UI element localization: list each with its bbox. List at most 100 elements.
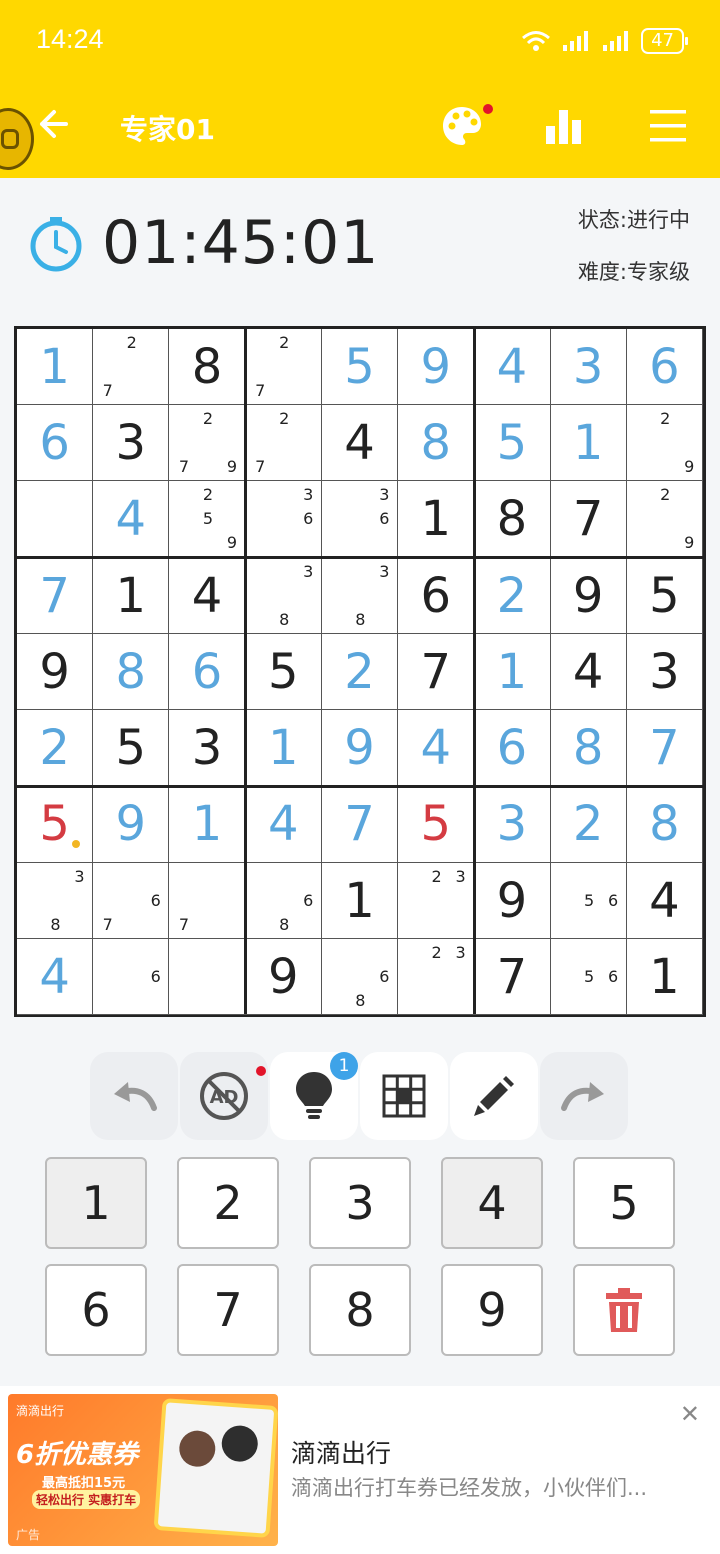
sudoku-cell[interactable]: 29 [626,481,703,558]
sudoku-cell[interactable]: 29 [626,405,703,482]
undo-button[interactable] [90,1052,178,1140]
sudoku-cell[interactable]: 36 [321,481,399,558]
sudoku-cell[interactable]: 5 [398,786,475,863]
sudoku-cell[interactable]: 36 [245,481,322,558]
sudoku-cell[interactable]: 7 [474,938,551,1015]
sudoku-cell[interactable]: 6 [169,633,246,711]
sudoku-cell[interactable]: 3 [169,710,246,787]
sudoku-cell[interactable]: 2 7 9 [169,405,246,482]
sudoku-cell[interactable]: 8 [550,710,627,787]
sudoku-cell[interactable]: 4 [93,481,170,558]
sudoku-cell[interactable]: 38 [245,557,322,634]
sudoku-cell[interactable]: 4 [17,938,94,1015]
sudoku-cell[interactable]: 8 [93,633,170,711]
sudoku-cell[interactable]: 4 [169,557,246,634]
palette-icon[interactable] [440,104,484,148]
sudoku-cell[interactable]: 1 [169,786,246,863]
menu-icon[interactable] [648,106,688,146]
ad-banner[interactable]: 滴滴出行 6折优惠券 最高抵扣15元 轻松出行 实惠打车 广告 滴滴出行 滴滴出… [0,1386,720,1554]
sudoku-cell[interactable]: 6 [17,405,94,482]
sudoku-cell[interactable]: 27 [245,329,322,406]
sudoku-cell[interactable]: 68 [321,938,399,1015]
sudoku-cell[interactable]: 9 [17,633,94,711]
sudoku-cell[interactable]: 9 [321,710,399,787]
sudoku-cell[interactable]: 7 [550,481,627,558]
sudoku-cell[interactable]: 6 [474,710,551,787]
sudoku-cell[interactable]: 9 [93,786,170,863]
sudoku-cell[interactable]: 3 [550,329,627,406]
ad-close-icon[interactable]: ✕ [680,1400,700,1428]
key-3[interactable]: 3 [309,1157,411,1249]
key-6[interactable]: 6 [45,1264,147,1356]
sudoku-cell[interactable]: 38 [321,557,399,634]
sudoku-cell[interactable]: 1 [321,862,399,939]
sudoku-cell[interactable]: 27 [245,405,322,482]
key-4[interactable]: 4 [441,1157,543,1249]
sudoku-cell[interactable]: 4 [550,633,627,711]
sudoku-cell[interactable] [17,481,94,558]
sudoku-cell[interactable]: 8 [169,329,246,406]
sudoku-cell[interactable]: 7 [17,557,94,634]
sudoku-cell[interactable]: 23 [398,862,475,939]
sudoku-cell[interactable]: 56 [550,938,627,1015]
sudoku-cell[interactable]: 4 [626,862,703,939]
sudoku-cell[interactable]: 27 [93,329,170,406]
sudoku-cell[interactable]: 23 [398,938,475,1015]
sudoku-cell[interactable]: 3 [93,405,170,482]
sudoku-cell[interactable]: 3 [474,786,551,863]
sudoku-cell[interactable]: 9 [474,862,551,939]
key-1[interactable]: 1 [45,1157,147,1249]
sudoku-cell[interactable]: 2 [550,786,627,863]
sudoku-cell[interactable]: 5 [626,557,703,634]
redo-button[interactable] [540,1052,628,1140]
ad-image[interactable]: 滴滴出行 6折优惠券 最高抵扣15元 轻松出行 实惠打车 广告 [8,1394,278,1546]
sudoku-cell[interactable]: 8 [398,405,475,482]
sudoku-cell[interactable]: 6 [626,329,703,406]
sudoku-cell[interactable]: 4 [245,786,322,863]
sudoku-cell[interactable]: 9 [245,938,322,1015]
remove-ads-button[interactable]: AD [180,1052,268,1140]
sudoku-cell[interactable]: 9 [398,329,475,406]
sudoku-cell[interactable]: 56 [550,862,627,939]
sudoku-cell[interactable]: 5 [321,329,399,406]
key-7[interactable]: 7 [177,1264,279,1356]
sudoku-cell[interactable]: 5 [17,786,94,863]
key-2[interactable]: 2 [177,1157,279,1249]
sudoku-cell[interactable] [169,938,246,1015]
sudoku-cell[interactable]: 1 [398,481,475,558]
sudoku-cell[interactable]: 5 [245,633,322,711]
key-9[interactable]: 9 [441,1264,543,1356]
grid-mode-button[interactable] [360,1052,448,1140]
mascot-icon[interactable] [0,108,34,170]
sudoku-cell[interactable]: 2 [17,710,94,787]
sudoku-cell[interactable]: 7 [321,786,399,863]
sudoku-cell[interactable]: 1 [474,633,551,711]
stats-icon[interactable] [544,106,584,146]
sudoku-cell[interactable]: 6 [93,938,170,1015]
back-arrow-icon[interactable] [36,102,76,146]
sudoku-cell[interactable]: 1 [550,405,627,482]
sudoku-cell[interactable]: 1 [93,557,170,634]
sudoku-cell[interactable]: 3 [626,633,703,711]
sudoku-cell[interactable]: 38 [17,862,94,939]
sudoku-cell[interactable]: 7 [626,710,703,787]
sudoku-cell[interactable]: 5 [93,710,170,787]
key-8[interactable]: 8 [309,1264,411,1356]
pencil-button[interactable] [450,1052,538,1140]
key-5[interactable]: 5 [573,1157,675,1249]
sudoku-cell[interactable]: 7 [398,633,475,711]
sudoku-cell[interactable]: 2 [474,557,551,634]
sudoku-cell[interactable]: 1 [626,938,703,1015]
sudoku-cell[interactable]: 8 [474,481,551,558]
sudoku-cell[interactable]: 6 [398,557,475,634]
stopwatch-icon[interactable] [28,216,84,272]
sudoku-cell[interactable]: 1 [17,329,94,406]
erase-button[interactable] [573,1264,675,1356]
sudoku-cell[interactable]: 4 [474,329,551,406]
sudoku-cell[interactable]: 67 [93,862,170,939]
sudoku-cell[interactable]: 7 [169,862,246,939]
sudoku-cell[interactable]: 2 [321,633,399,711]
sudoku-cell[interactable]: 4 [398,710,475,787]
sudoku-cell[interactable]: 5 [474,405,551,482]
sudoku-cell[interactable]: 1 [245,710,322,787]
